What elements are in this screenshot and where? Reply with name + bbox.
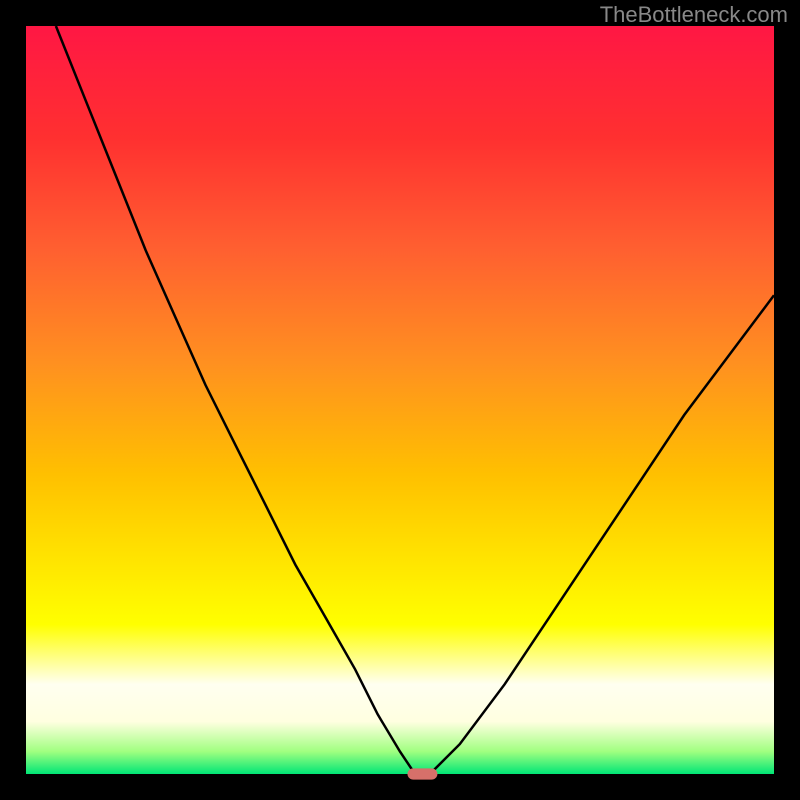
bottleneck-chart: TheBottleneck.com: [0, 0, 800, 800]
watermark-text: TheBottleneck.com: [600, 2, 788, 28]
gradient-background: [26, 26, 774, 774]
optimal-marker: [407, 768, 437, 779]
chart-svg: [0, 0, 800, 800]
